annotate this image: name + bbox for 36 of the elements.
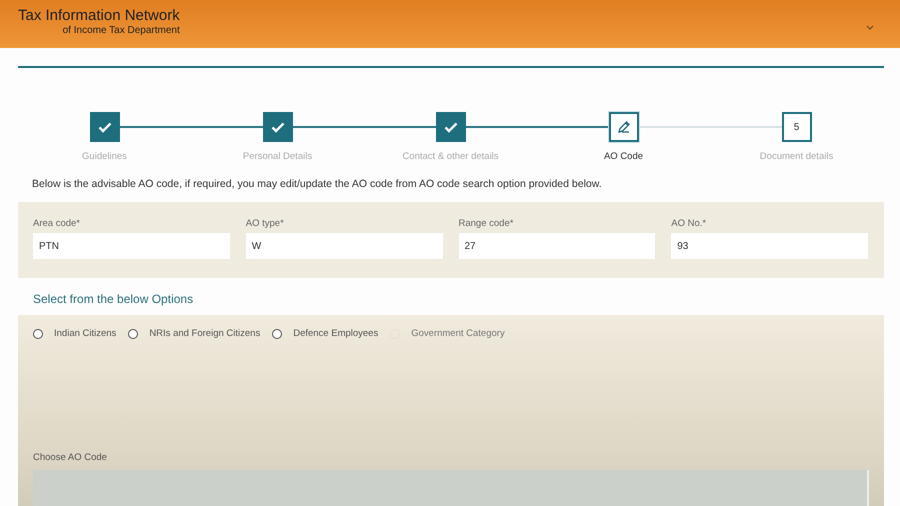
intro-text: Below is the advisable AO code, if required, you may edit/update the AO code from AO code search option provided below. xyxy=(32,178,603,190)
section-heading: Select from the below Options xyxy=(33,292,194,306)
step-marker[interactable]: 5 xyxy=(782,112,812,142)
site-title: Tax Information Network xyxy=(18,7,180,24)
step-marker[interactable] xyxy=(262,112,292,142)
step-label: Document details xyxy=(760,151,834,162)
ao-code-field[interactable] xyxy=(33,470,869,506)
pencil-icon xyxy=(616,120,630,134)
check-icon xyxy=(444,122,458,132)
step-label: Contact & other details xyxy=(402,151,499,162)
radio-button[interactable] xyxy=(33,328,43,338)
step-label: Guidelines xyxy=(82,151,127,162)
radio-button[interactable] xyxy=(272,328,282,338)
step-label: AO Code xyxy=(604,151,644,162)
radio-option[interactable]: Defence Employees xyxy=(272,328,378,339)
chevron-down-icon[interactable] xyxy=(866,24,874,30)
step-marker[interactable] xyxy=(436,112,466,142)
radio-button[interactable] xyxy=(128,328,138,338)
input-field[interactable]: W xyxy=(246,233,442,259)
radio-option[interactable]: NRIs and Foreign Citizens xyxy=(128,328,260,339)
step-marker[interactable] xyxy=(608,112,638,142)
field-label: Choose AO Code xyxy=(33,452,108,463)
field-label: AO type* xyxy=(246,218,285,229)
check-icon xyxy=(270,122,284,132)
step-number: 5 xyxy=(794,122,800,132)
field-label: AO No.* xyxy=(671,218,708,229)
radio-option[interactable]: Indian Citizens xyxy=(33,328,116,339)
field-label: Range code* xyxy=(458,218,514,229)
step-label: Personal Details xyxy=(242,151,312,162)
input-field[interactable]: 27 xyxy=(458,233,656,259)
field-label: Area code* xyxy=(33,218,82,229)
input-field[interactable]: PTN xyxy=(33,233,230,259)
input-field[interactable]: 93 xyxy=(671,233,868,259)
step-marker[interactable] xyxy=(90,112,120,142)
check-icon xyxy=(98,122,112,132)
site-subtitle: of Income Tax Department xyxy=(62,25,180,36)
